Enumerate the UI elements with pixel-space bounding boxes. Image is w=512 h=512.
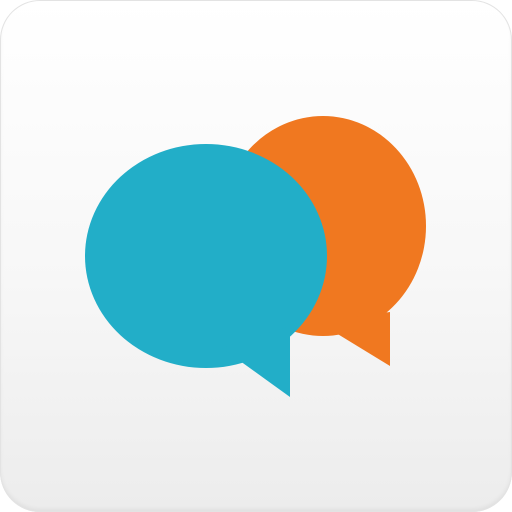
front-bubble-body: [85, 144, 327, 368]
front-speech-bubble: [85, 144, 327, 397]
app-icon[interactable]: [0, 0, 512, 512]
chat-bubbles-icon: [85, 116, 426, 397]
